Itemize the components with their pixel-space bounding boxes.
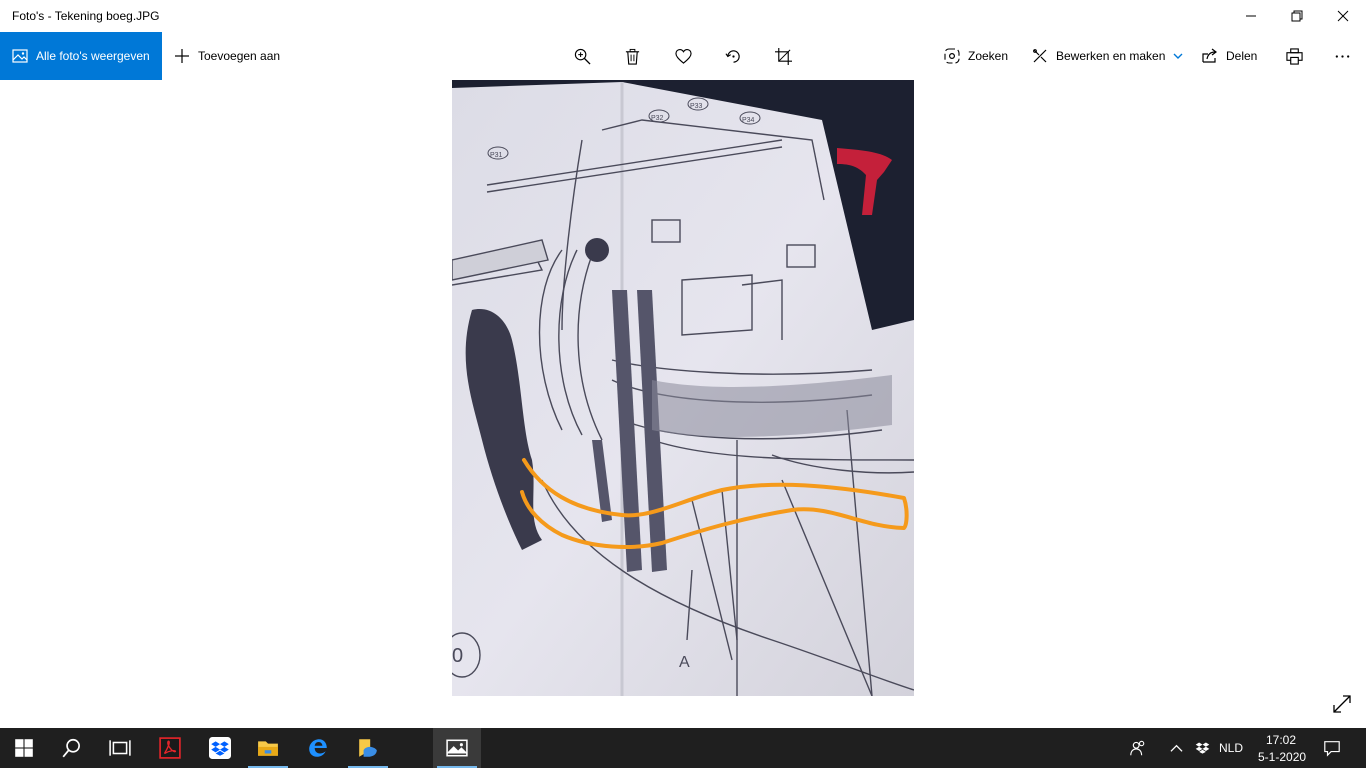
ship-drawing-image: P31 P32 P33 P34 A 0 [452,80,914,696]
more-button[interactable] [1332,46,1352,66]
delete-icon [625,48,639,65]
clock-time[interactable]: 17:02 [1266,733,1296,747]
close-button[interactable] [1320,0,1366,32]
edge-app[interactable] [294,728,342,768]
zoom-button[interactable] [572,46,592,66]
image-icon [12,49,28,63]
windows-icon [15,739,33,757]
people-icon [1130,740,1145,756]
taskbar-search-button[interactable] [48,728,96,768]
dropbox-tray-button[interactable] [1188,728,1216,768]
folder-icon [258,741,278,756]
add-to-button[interactable]: Toevoegen aan [174,32,280,80]
dropbox-app[interactable] [196,728,244,768]
svg-text:P32: P32 [651,115,664,122]
show-hidden-icons-button[interactable] [1162,728,1190,768]
search-icon [944,48,960,64]
add-to-label: Toevoegen aan [198,49,281,63]
close-icon [1337,10,1349,22]
title-bar: Foto's - Tekening boeg.JPG [0,0,1366,32]
svg-text:P34: P34 [742,117,755,124]
print-icon [1285,47,1303,65]
minimize-button[interactable] [1228,0,1274,32]
edit-label: Bewerken en maken [1056,49,1166,63]
rotate-button[interactable] [723,46,743,66]
plus-icon [175,49,189,63]
crop-icon [774,47,792,65]
favorite-button[interactable] [673,46,693,66]
notes-icon [359,739,377,757]
photos-icon [446,739,468,757]
heart-icon [674,48,692,64]
chevron-up-icon [1169,744,1183,752]
edge-icon [309,739,327,757]
svg-text:P33: P33 [690,103,703,110]
task-view-icon [109,740,131,756]
minimize-icon [1246,15,1256,17]
share-icon [1202,48,1217,63]
toolbar: Alle foto's weergeven Toevoegen aan Zoek… [0,32,1366,80]
edit-create-button[interactable]: Bewerken en maken [1032,32,1183,80]
taskbar: NLD 17:02 5-1-2020 [0,728,1366,768]
all-photos-button[interactable]: Alle foto's weergeven [0,32,162,80]
search-label: Zoeken [968,49,1009,63]
share-label: Delen [1226,49,1258,63]
svg-text:P31: P31 [490,152,503,159]
dropbox-icon [209,737,231,759]
notes-app[interactable] [344,728,392,768]
expand-button[interactable] [1330,692,1354,716]
notification-icon [1324,741,1340,757]
people-button[interactable] [1118,728,1158,768]
svg-text:A: A [679,654,690,671]
language-indicator[interactable]: NLD [1219,741,1243,755]
restore-icon [1291,10,1303,22]
rotate-icon [724,49,740,63]
start-button[interactable] [0,728,48,768]
share-button[interactable]: Delen [1202,32,1257,80]
window-title: Foto's - Tekening boeg.JPG [12,9,160,23]
acrobat-app[interactable] [146,728,194,768]
delete-button[interactable] [622,46,642,66]
all-photos-label: Alle foto's weergeven [36,49,150,63]
svg-text:0: 0 [452,645,463,667]
zoom-icon [574,48,591,65]
file-explorer-app[interactable] [244,728,292,768]
dropbox-tray-icon [1195,742,1209,754]
crop-button[interactable] [773,46,793,66]
restore-button[interactable] [1274,0,1320,32]
clock-date[interactable]: 5-1-2020 [1258,750,1306,764]
edit-icon [1033,49,1047,63]
acrobat-icon [159,737,181,759]
task-view-button[interactable] [96,728,144,768]
expand-icon [1333,695,1351,713]
notifications-button[interactable] [1312,728,1352,768]
print-button[interactable] [1284,46,1304,66]
search-icon [62,738,80,758]
search-button[interactable]: Zoeken [944,32,1008,80]
photo-view[interactable]: P31 P32 P33 P34 A 0 [452,80,914,696]
chevron-down-icon [1173,53,1183,59]
photos-app[interactable] [433,728,481,768]
more-icon [1335,54,1349,58]
